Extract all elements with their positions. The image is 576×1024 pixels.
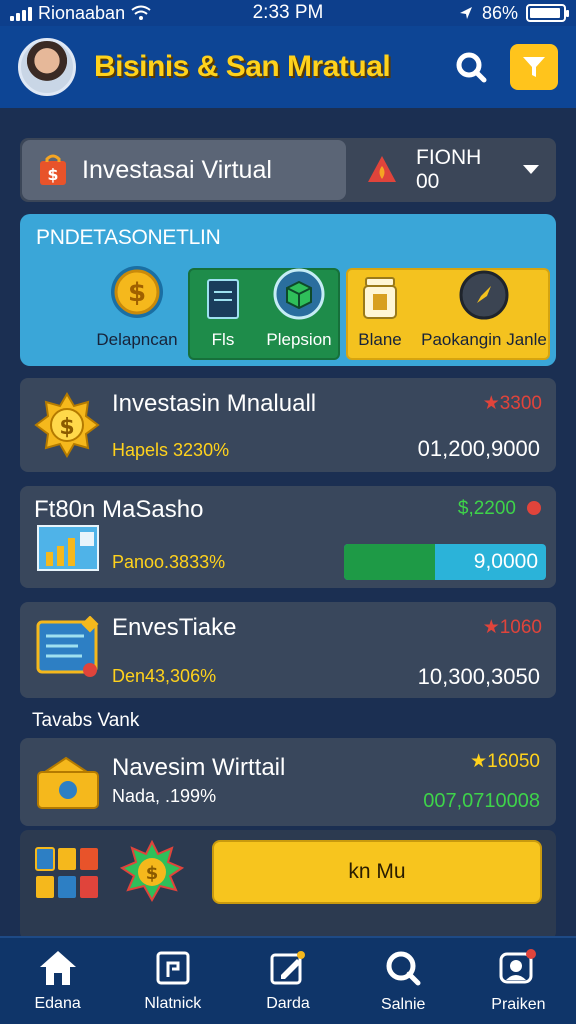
fund-dropdown-value: FIONH 00	[416, 146, 482, 193]
card-subtitle: Den43,306%	[112, 666, 217, 686]
category-label: Fls	[211, 330, 235, 349]
jar-icon	[363, 277, 397, 319]
svg-text:$: $	[146, 863, 159, 884]
category-item-blane[interactable]: Blane	[350, 264, 410, 360]
investment-card[interactable]: EnvesTiake ★1060 Den43,306% 10,300,3050	[20, 602, 556, 698]
search-icon	[456, 52, 487, 83]
category-label: Delapncan	[96, 330, 178, 349]
document-icon	[156, 951, 190, 985]
card-subtitle: Hapels 3230%	[112, 440, 230, 460]
medal-icon: $	[120, 840, 184, 903]
box-icon	[273, 268, 325, 320]
edit-icon	[270, 951, 305, 985]
investment-tab-label: Investasai Virtual	[82, 155, 272, 184]
investment-card[interactable]: Ft80n MaSasho $,2200 Panoo.3833% 9,0000	[20, 486, 556, 588]
category-item-paokangin[interactable]: Paokangin Janle	[418, 264, 550, 360]
battery-icon	[526, 4, 569, 22]
card-amount: 10,300,3050	[417, 664, 540, 689]
nav-item-praiken[interactable]: Praiken	[461, 938, 576, 1024]
signal-icon	[10, 5, 32, 21]
section-label: Tavabs Vank	[32, 710, 140, 731]
status-dot-icon	[527, 501, 541, 515]
coin-icon: $	[111, 266, 163, 318]
card-title: Ft80n MaSasho	[34, 496, 204, 523]
wallet-icon	[37, 756, 99, 809]
card-amount: 01,200,9000	[417, 436, 540, 461]
card-amount: 007,0710008	[423, 790, 540, 812]
progress-value: 9,0000	[473, 550, 538, 573]
investment-bar: $ Investasai Virtual FIONH 00	[20, 138, 556, 202]
app-header: Bisinis & San Mratual	[0, 26, 576, 108]
chevron-down-icon	[523, 165, 539, 174]
gear-coin-icon: $	[34, 392, 100, 458]
carrier-name: Rionaaban	[38, 2, 126, 23]
chart-icon	[37, 525, 99, 571]
category-item-plepsion[interactable]: Plepsion	[256, 264, 342, 360]
card-badge: ★1060	[482, 617, 542, 638]
avatar[interactable]	[18, 38, 76, 96]
category-panel: PNDETASONETLIN $ Delapncan Fls Plepsion …	[20, 214, 556, 366]
svg-text:$: $	[128, 278, 146, 308]
card-subtitle: Panoo.3833%	[112, 552, 226, 572]
map-board-icon	[36, 616, 99, 677]
category-item-fls[interactable]: Fls	[190, 264, 256, 360]
card-title: Investasin Mnaluall	[112, 390, 317, 417]
card-badge: ★3300	[482, 393, 542, 414]
bottom-navigation: Edana Nlatnick Darda Salnie Praiken	[0, 936, 576, 1024]
category-panel-title: PNDETASONETLIN	[36, 226, 221, 249]
status-bar: Rionaaban 2:33 PM 86%	[0, 0, 576, 26]
nav-item-home[interactable]: Edana	[0, 938, 115, 1024]
compass-icon	[459, 270, 509, 320]
nav-item-darda[interactable]: Darda	[230, 938, 345, 1024]
flame-icon	[368, 156, 396, 182]
card-subtitle: Nada, .199%	[112, 786, 217, 806]
progress-fill	[344, 544, 435, 580]
nav-label: Salnie	[380, 996, 426, 1013]
svg-text:$: $	[59, 415, 74, 440]
investment-tab[interactable]: $ Investasai Virtual	[22, 140, 346, 200]
category-label: Plepsion	[266, 330, 332, 349]
battery-percent: 86%	[481, 2, 518, 23]
filter-button[interactable]	[510, 44, 558, 90]
search-button[interactable]	[448, 44, 494, 90]
home-icon	[39, 951, 76, 985]
svg-text:$: $	[47, 165, 58, 184]
card-title: EnvesTiake	[112, 614, 237, 641]
investment-card[interactable]: $ Investasin Mnaluall ★3300 Hapels 3230%…	[20, 378, 556, 472]
nav-item-nlatnick[interactable]: Nlatnick	[115, 938, 230, 1024]
shopping-bag-icon: $	[40, 154, 66, 185]
card-title: Navesim Wirttail	[112, 754, 286, 781]
action-button[interactable]: kn Mu	[212, 840, 542, 904]
category-label: Blane	[358, 330, 402, 349]
virtual-investment-card[interactable]: Navesim Wirttail ★16050 Nada, .199% 007,…	[20, 738, 556, 826]
status-time: 2:33 PM	[252, 2, 324, 23]
action-card: $ kn Mu	[20, 830, 556, 940]
nav-label: Edana	[34, 995, 81, 1012]
category-label: Paokangin Janle	[421, 330, 547, 349]
category-item-delapncan[interactable]: $ Delapncan	[90, 264, 184, 360]
apps-grid-icon	[35, 847, 98, 898]
nav-label: Praiken	[491, 996, 546, 1013]
nav-item-salnie[interactable]: Salnie	[346, 938, 461, 1024]
fund-dropdown[interactable]: FIONH 00	[346, 146, 556, 194]
card-badge: $,2200	[457, 498, 516, 519]
notebook-icon	[207, 279, 239, 319]
filter-icon	[523, 57, 545, 77]
app-title: Bisinis & San Mratual	[94, 50, 391, 83]
wifi-icon	[131, 5, 151, 20]
progress-bar: 9,0000	[344, 544, 546, 580]
search-icon	[386, 951, 421, 986]
card-badge: ★16050	[470, 751, 540, 772]
nav-label: Nlatnick	[144, 995, 202, 1012]
location-icon	[459, 7, 472, 19]
nav-label: Darda	[266, 995, 310, 1012]
profile-chat-icon	[499, 949, 537, 984]
